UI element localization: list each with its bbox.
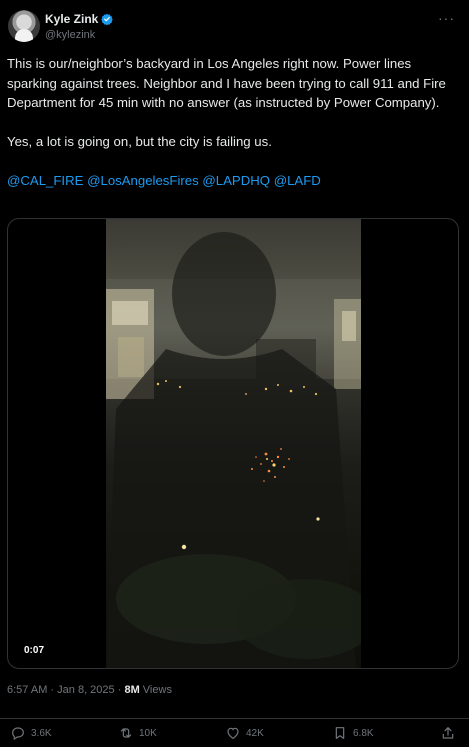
post-time[interactable]: 6:57 AM	[7, 684, 47, 696]
repost-button[interactable]: 10K	[118, 725, 157, 741]
bookmark-button[interactable]: 6.8K	[332, 725, 374, 741]
share-button[interactable]	[440, 725, 456, 741]
heart-icon	[227, 727, 239, 740]
meta-separator: ·	[50, 684, 55, 696]
video-frame[interactable]	[106, 219, 361, 668]
like-count: 42K	[246, 727, 264, 739]
mention-link[interactable]: @CAL_FIRE	[7, 173, 83, 188]
tweet-meta: 6:57 AM · Jan 8, 2025 · 8M Views	[7, 684, 172, 696]
tweet-paragraph: This is our/neighbor’s backyard in Los A…	[7, 56, 446, 110]
mention-link[interactable]: @LosAngelesFires	[87, 173, 199, 188]
tweet-text: This is our/neighbor’s backyard in Los A…	[7, 54, 459, 210]
video-scene	[106, 232, 361, 668]
reply-icon	[12, 727, 24, 741]
reply-count: 3.6K	[31, 727, 52, 739]
tweet-post: Kyle Zink @kylezink ··· This is our/neig…	[0, 0, 469, 747]
avatar[interactable]	[8, 10, 40, 42]
share-icon	[442, 727, 454, 739]
views-label: Views	[142, 684, 172, 696]
more-options-icon[interactable]: ···	[438, 11, 455, 25]
video-player[interactable]: 0:07	[7, 218, 459, 669]
action-bar: 3.6K 10K 42K 6.8K	[0, 718, 469, 746]
reply-button[interactable]: 3.6K	[10, 725, 52, 741]
tweet-mentions: @CAL_FIRE @LosAngelesFires @LAPDHQ @LAFD	[7, 171, 459, 191]
video-timestamp: 0:07	[24, 645, 45, 656]
bookmark-count: 6.8K	[353, 727, 374, 739]
bookmark-icon	[335, 727, 345, 739]
author-name-text[interactable]: Kyle Zink	[45, 12, 98, 26]
like-button[interactable]: 42K	[225, 725, 264, 741]
author-display-name[interactable]: Kyle Zink	[45, 12, 114, 26]
mention-link[interactable]: @LAFD	[274, 173, 321, 188]
verified-badge-icon	[101, 13, 114, 26]
views-count: 8M	[124, 684, 140, 696]
post-date[interactable]: Jan 8, 2025	[57, 684, 115, 696]
tweet-paragraph: Yes, a lot is going on, but the city is …	[7, 134, 272, 149]
mention-link[interactable]: @LAPDHQ	[202, 173, 270, 188]
repost-icon	[120, 728, 132, 738]
author-handle[interactable]: @kylezink	[45, 29, 95, 41]
meta-separator: ·	[117, 684, 122, 696]
repost-count: 10K	[139, 727, 157, 739]
